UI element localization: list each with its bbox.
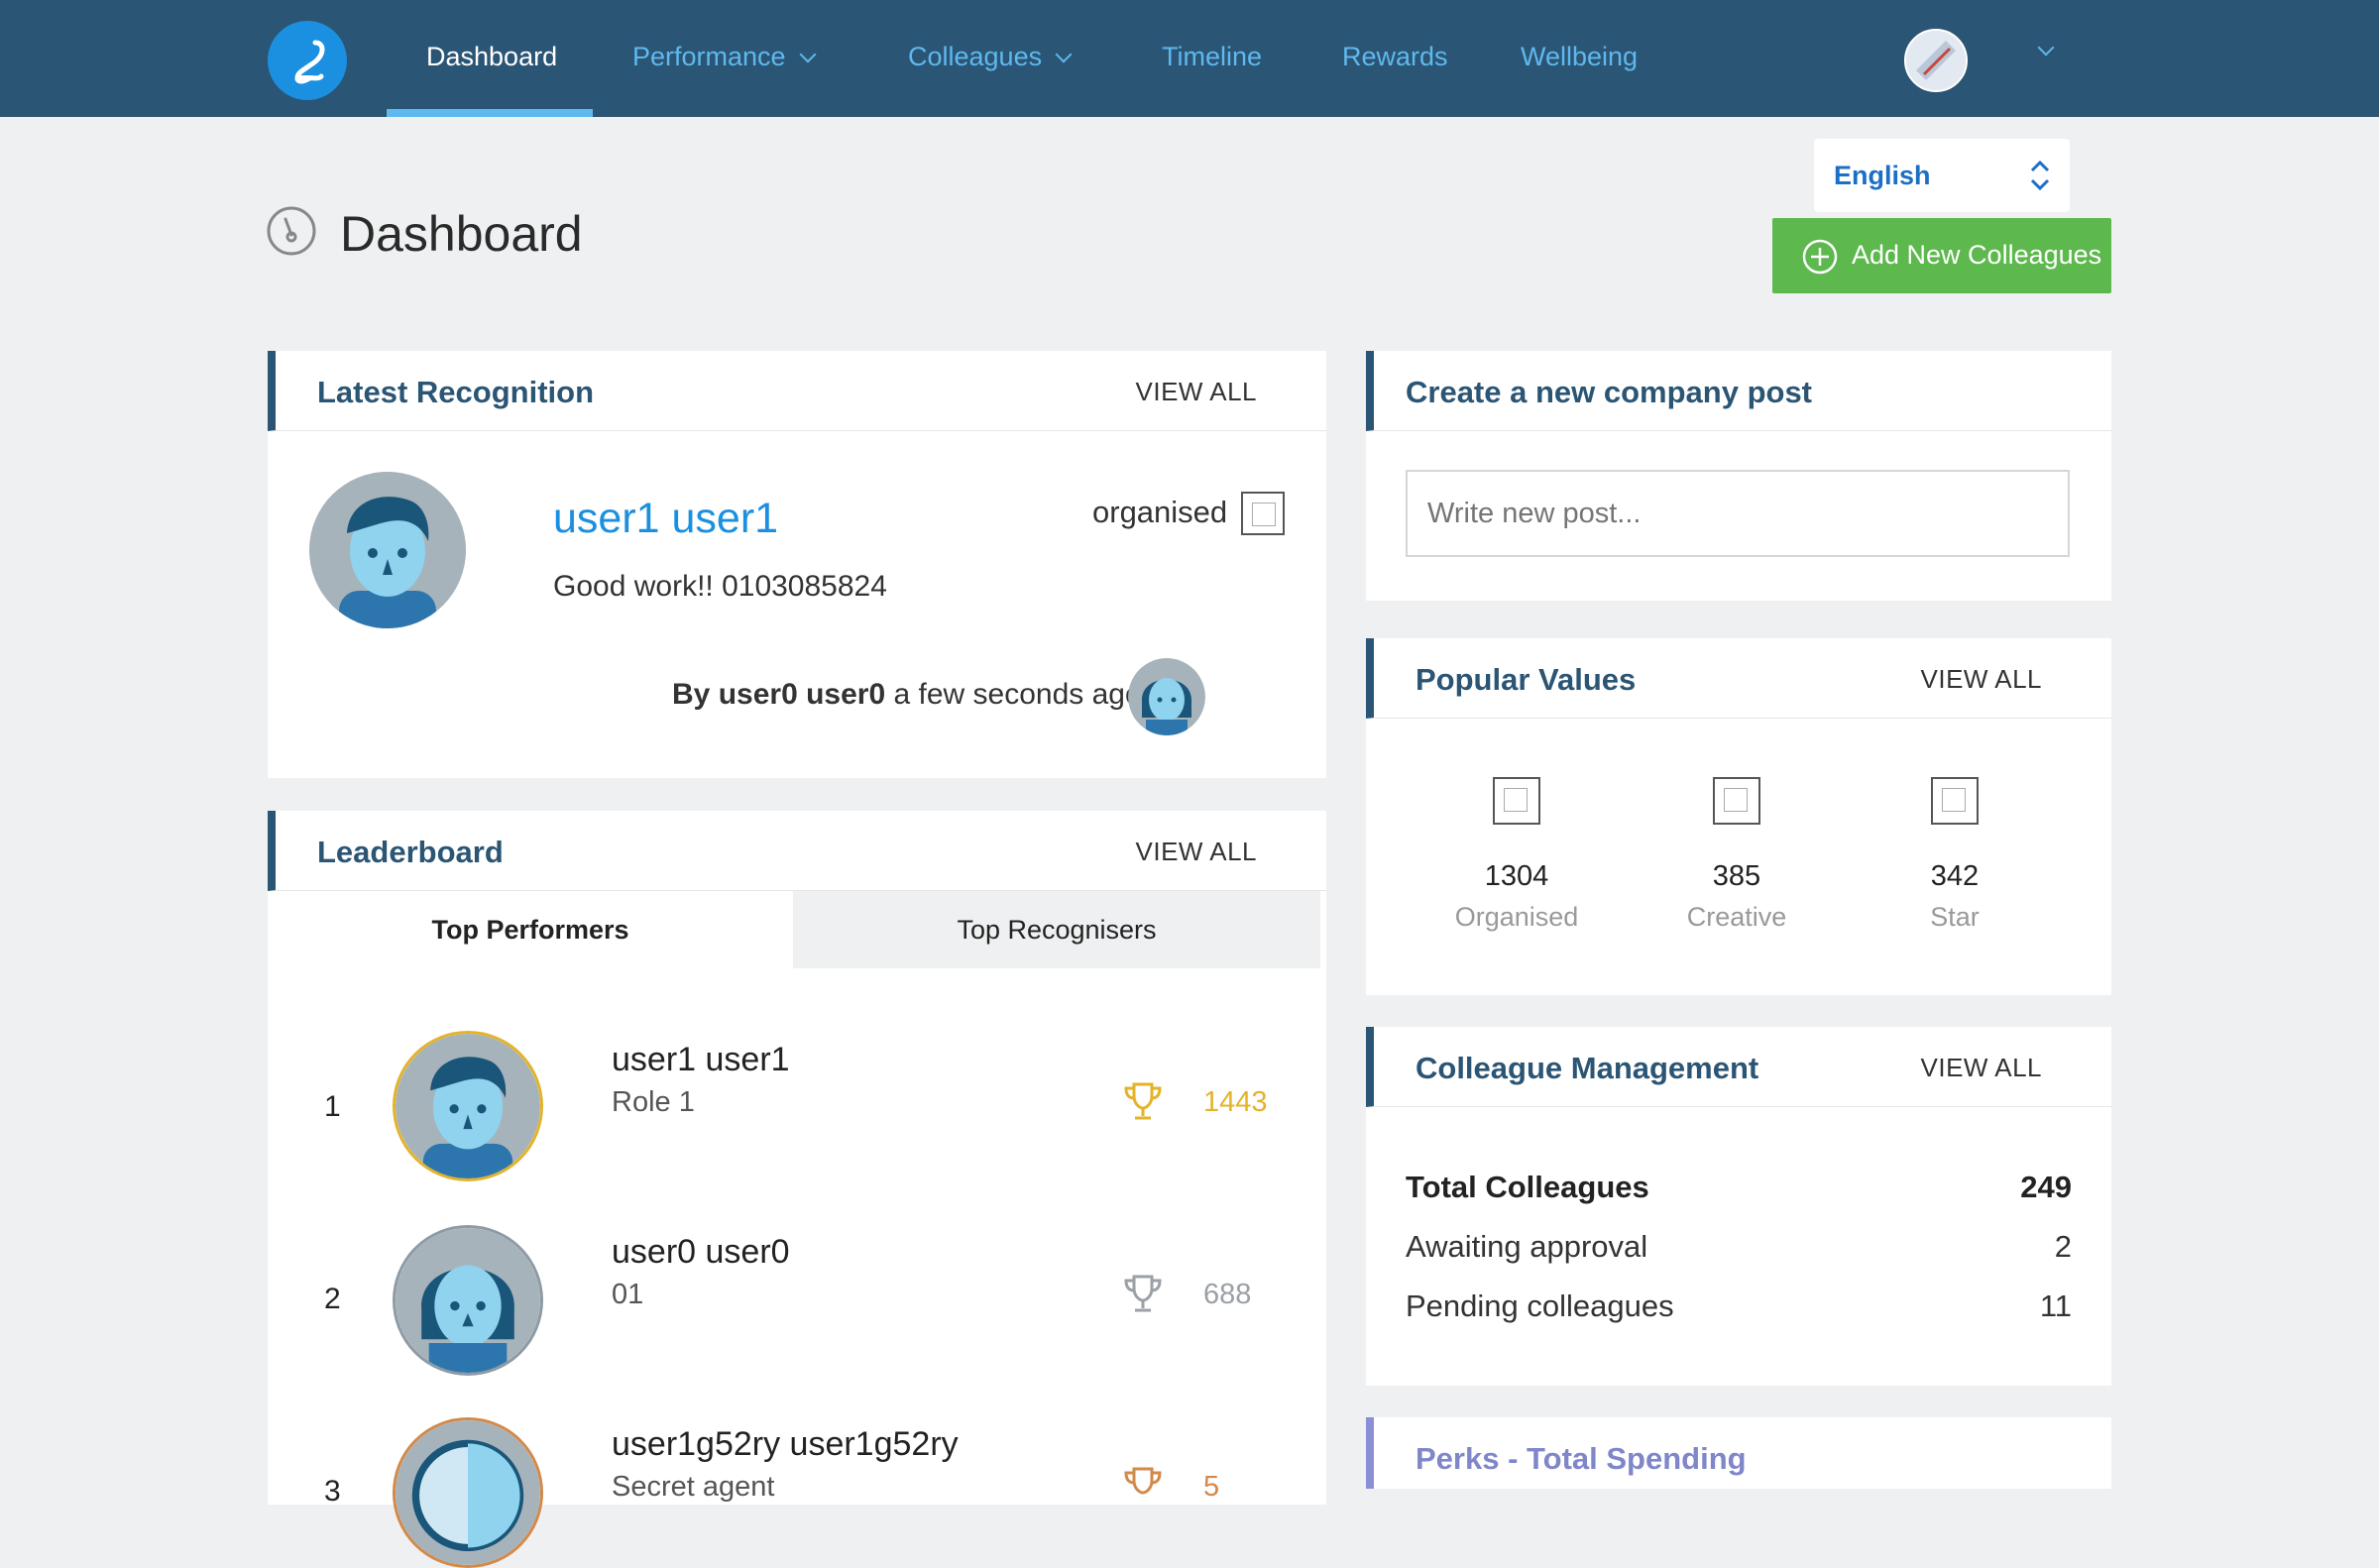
pending-colleagues-label[interactable]: Pending colleagues: [1406, 1288, 1674, 1324]
awaiting-approval-value: 2: [2054, 1229, 2072, 1264]
user-menu-avatar[interactable]: [1904, 29, 1968, 92]
page-title: Dashboard: [340, 206, 583, 262]
tab-label: Top Recognisers: [957, 915, 1157, 945]
performer-name[interactable]: user1g52ry user1g52ry: [612, 1425, 959, 1464]
view-all-link[interactable]: VIEW ALL: [1136, 837, 1258, 867]
card-header: Leaderboard VIEW ALL: [268, 811, 1326, 891]
recognition-byline: By user0 user0 a few seconds ago: [672, 678, 1142, 712]
nav-item-performance[interactable]: Performance: [632, 42, 817, 72]
view-all-link[interactable]: VIEW ALL: [1921, 664, 2043, 695]
card-header: Colleague Management VIEW ALL: [1366, 1027, 2111, 1107]
language-selected-value: English: [1834, 161, 1931, 190]
performer-name[interactable]: user0 user0: [612, 1233, 790, 1272]
card-header: Perks - Total Spending: [1366, 1417, 2111, 1489]
trophy-icon: [1124, 1082, 1162, 1120]
performer-name[interactable]: user1 user1: [612, 1041, 790, 1079]
new-post-input[interactable]: [1406, 470, 2070, 557]
chevron-down-icon: [1055, 46, 1073, 63]
value-image: [1493, 777, 1540, 825]
value-image: [1713, 777, 1760, 825]
recipient-avatar[interactable]: [309, 472, 466, 628]
plus-circle-icon: [1802, 239, 1838, 275]
value-badge-image: [1241, 492, 1285, 535]
performer-score: 1443: [1203, 1086, 1268, 1118]
speedometer-icon: [267, 206, 316, 256]
add-new-colleagues-button[interactable]: Add New Colleagues: [1772, 218, 2111, 293]
performer-avatar[interactable]: [393, 1225, 543, 1376]
rank-number: 3: [324, 1475, 341, 1508]
tab-top-performers[interactable]: Top Performers: [268, 891, 793, 968]
company-post-card: Create a new company post: [1366, 351, 2111, 601]
card-title: Colleague Management: [1416, 1051, 1759, 1085]
card-title: Popular Values: [1416, 662, 1637, 697]
tab-top-recognisers[interactable]: Top Recognisers: [793, 891, 1320, 968]
sender-name[interactable]: user0 user0: [719, 678, 885, 711]
card-title: Leaderboard: [317, 835, 504, 869]
card-header: Latest Recognition VIEW ALL: [268, 351, 1326, 431]
value-label: Star: [1930, 902, 1980, 932]
perks-card: Perks - Total Spending: [1366, 1417, 2111, 1489]
user-menu-chevron-icon[interactable]: [2037, 39, 2055, 56]
nav-item-colleagues[interactable]: Colleagues: [908, 42, 1073, 72]
value-count: 1304: [1484, 860, 1549, 892]
card-title: Perks - Total Spending: [1416, 1441, 1747, 1476]
value-count: 342: [1930, 860, 1980, 892]
recipient-name[interactable]: user1 user1: [553, 495, 778, 543]
performer-role: 01: [612, 1279, 644, 1310]
card-header: Popular Values VIEW ALL: [1366, 638, 2111, 719]
card-title: Create a new company post: [1406, 375, 1813, 409]
add-button-label: Add New Colleagues: [1852, 240, 2102, 270]
colleague-management-card: Colleague Management VIEW ALL Total Coll…: [1366, 1027, 2111, 1386]
sender-avatar[interactable]: [1128, 658, 1205, 735]
value-image: [1931, 777, 1979, 825]
performer-avatar[interactable]: [393, 1031, 543, 1181]
performer-score: 688: [1203, 1279, 1252, 1310]
select-arrows-icon: [2030, 160, 2050, 191]
performer-role: Secret agent: [612, 1471, 775, 1503]
nav-label: Dashboard: [426, 42, 558, 71]
performer-role: Role 1: [612, 1086, 695, 1118]
app-logo-icon[interactable]: [268, 21, 347, 100]
recognition-value-label: organised: [1092, 495, 1228, 529]
total-colleagues-label: Total Colleagues: [1406, 1170, 1649, 1204]
pending-colleagues-value: 11: [2039, 1288, 2072, 1323]
popular-values-card: Popular Values VIEW ALL 1304 Organised 3…: [1366, 638, 2111, 995]
nav-item-dashboard[interactable]: Dashboard: [426, 42, 557, 72]
nav-label: Colleagues: [908, 42, 1043, 71]
performer-avatar[interactable]: [393, 1417, 543, 1568]
total-colleagues-value: 249: [2020, 1170, 2072, 1204]
value-label: Creative: [1686, 902, 1787, 932]
awaiting-approval-label[interactable]: Awaiting approval: [1406, 1229, 1647, 1265]
language-select[interactable]: English: [1814, 139, 2070, 212]
value-label: Organised: [1454, 902, 1579, 932]
chevron-down-icon: [799, 46, 817, 63]
trophy-icon: [1124, 1467, 1162, 1495]
card-title: Latest Recognition: [317, 375, 595, 409]
rank-number: 1: [324, 1090, 341, 1123]
tab-label: Top Performers: [431, 915, 629, 945]
recognition-message: Good work!! 0103085824: [553, 570, 887, 603]
performer-score: 5: [1203, 1471, 1220, 1503]
nav-item-rewards[interactable]: Rewards: [1342, 42, 1448, 72]
by-label: By: [672, 678, 711, 711]
nav-label: Rewards: [1342, 42, 1448, 71]
trophy-icon: [1124, 1275, 1162, 1312]
nav-item-timeline[interactable]: Timeline: [1162, 42, 1262, 72]
value-count: 385: [1712, 860, 1761, 892]
nav-label: Wellbeing: [1521, 42, 1639, 71]
top-navigation-bar: Dashboard Performance Colleagues Timelin…: [0, 0, 2379, 117]
recognition-time: a few seconds ago: [893, 678, 1142, 711]
nav-item-wellbeing[interactable]: Wellbeing: [1521, 42, 1638, 72]
view-all-link[interactable]: VIEW ALL: [1921, 1053, 2043, 1083]
nav-label: Performance: [632, 42, 786, 71]
active-tab-indicator: [387, 109, 593, 117]
nav-label: Timeline: [1162, 42, 1263, 71]
leaderboard-card: Leaderboard VIEW ALL Top Performers Top …: [268, 811, 1326, 1568]
card-header: Create a new company post: [1366, 351, 2111, 431]
view-all-link[interactable]: VIEW ALL: [1136, 377, 1258, 407]
latest-recognition-card: Latest Recognition VIEW ALL user1 user1 …: [268, 351, 1326, 778]
rank-number: 2: [324, 1283, 341, 1315]
